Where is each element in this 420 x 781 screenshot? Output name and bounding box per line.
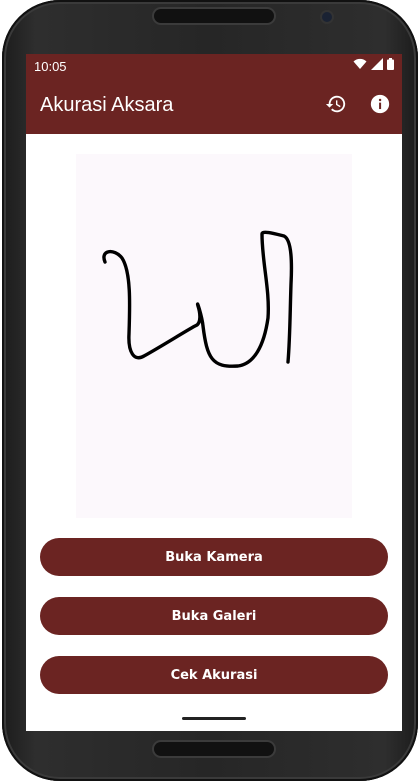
app-title: Akurasi Aksara (40, 94, 174, 116)
status-icons (353, 57, 394, 75)
home-indicator[interactable] (182, 717, 246, 720)
wifi-icon (353, 57, 367, 75)
check-accuracy-button[interactable]: Cek Akurasi (40, 656, 388, 694)
phone-frame: 10:05 Akurasi Aksara Buka Kamera Buka Ga… (2, 0, 418, 781)
app-bar: Akurasi Aksara (26, 78, 402, 134)
navigation-bar (26, 709, 402, 731)
status-time: 10:05 (34, 59, 67, 74)
info-button[interactable] (366, 92, 394, 120)
status-bar: 10:05 (26, 54, 402, 78)
top-speaker (154, 9, 274, 23)
history-button[interactable] (322, 92, 350, 120)
image-preview (76, 154, 352, 518)
handwritten-character-image (102, 230, 294, 368)
history-icon (325, 93, 347, 120)
bottom-speaker (154, 742, 274, 756)
signal-icon (371, 57, 383, 75)
open-gallery-button[interactable]: Buka Galeri (40, 597, 388, 635)
open-camera-button[interactable]: Buka Kamera (40, 538, 388, 576)
app-screen: 10:05 Akurasi Aksara Buka Kamera Buka Ga… (26, 54, 402, 731)
battery-icon (387, 57, 394, 75)
info-icon (369, 93, 391, 120)
front-camera (322, 12, 332, 22)
